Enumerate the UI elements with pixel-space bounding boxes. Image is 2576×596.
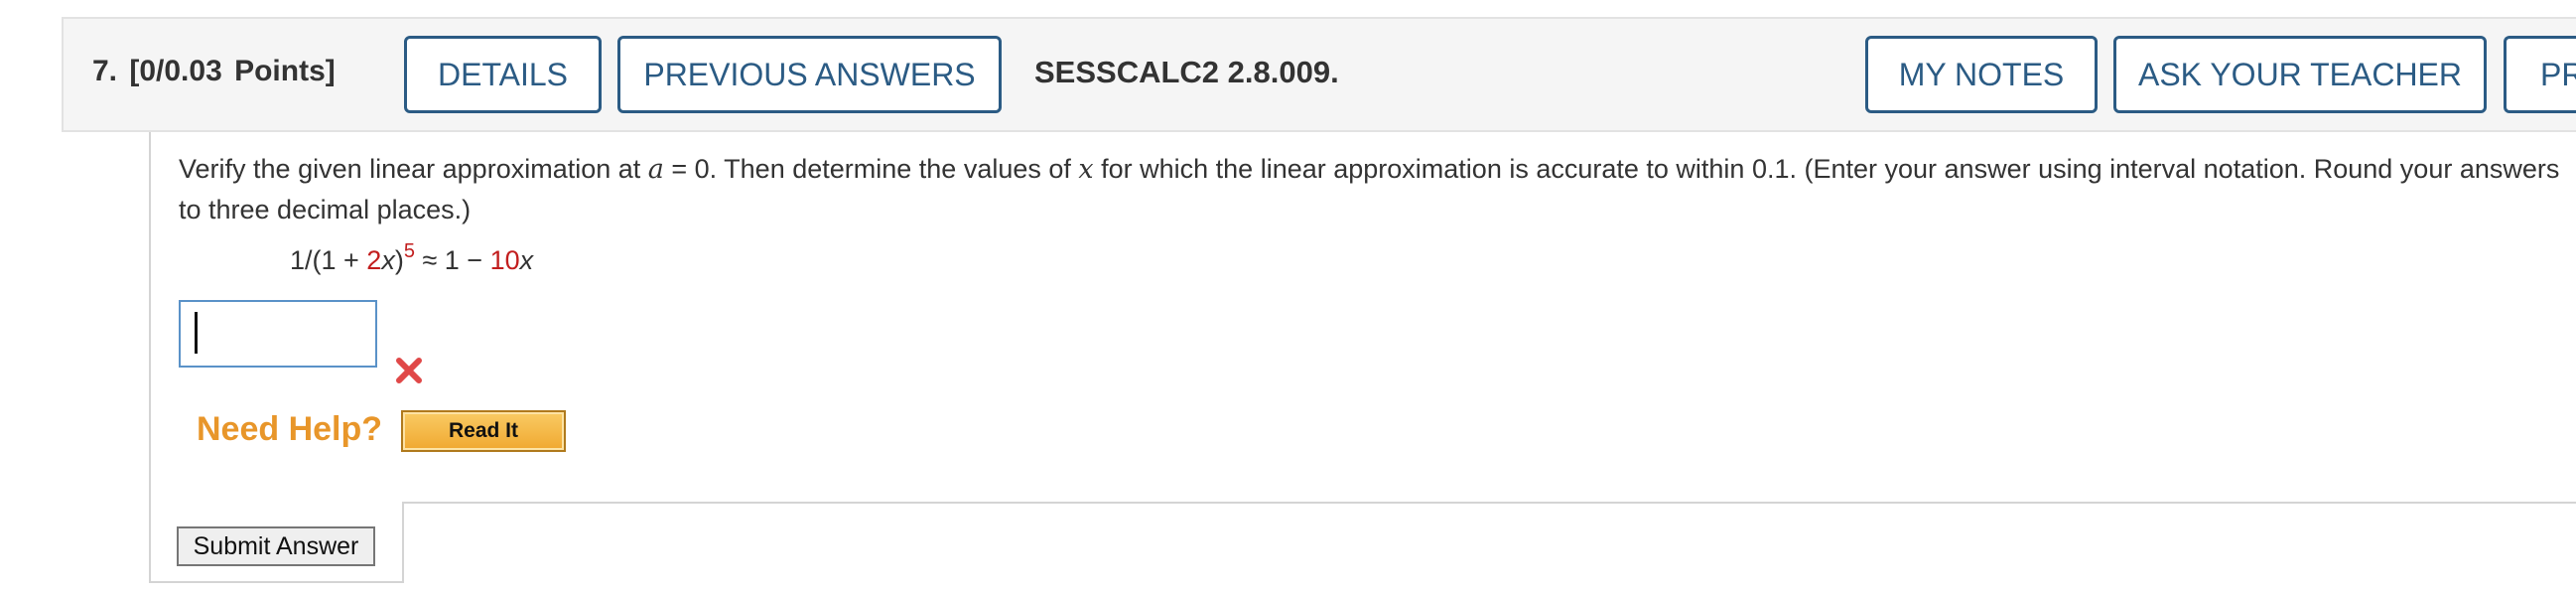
- question-prompt: Verify the given linear approximation at…: [179, 149, 2576, 230]
- formula-close-paren: ): [394, 245, 404, 275]
- ask-your-teacher-button[interactable]: ASK YOUR TEACHER: [2113, 36, 2487, 113]
- previous-answers-button[interactable]: PREVIOUS ANSWERS: [617, 36, 1002, 113]
- prompt-text-part: = 0. Then determine the values of: [663, 154, 1079, 184]
- course-code: SESSCALC2 2.8.009.: [1034, 55, 1339, 89]
- approximation-formula: 1/(1 + 2x)5 ≈ 1 − 10x: [290, 240, 533, 276]
- prompt-text-part: Verify the given linear approximation at: [179, 154, 648, 184]
- submit-answer-button[interactable]: Submit Answer: [177, 526, 375, 566]
- formula-variable: x: [381, 245, 395, 275]
- formula-rhs-variable: x: [519, 245, 534, 275]
- read-it-button[interactable]: Read It: [401, 410, 566, 452]
- formula-prefix: 1/(1 +: [290, 245, 367, 275]
- practice-another-button[interactable]: PRA: [2504, 36, 2576, 113]
- divider: [402, 502, 404, 583]
- divider: [402, 502, 2576, 504]
- text-cursor: [195, 312, 198, 354]
- formula-rhs-coefficient: 10: [489, 245, 520, 275]
- formula-coefficient: 2: [366, 245, 382, 275]
- divider: [149, 581, 404, 583]
- formula-approx: ≈ 1 −: [414, 245, 490, 275]
- need-help-label: Need Help?: [197, 410, 383, 448]
- variable-x: x: [1078, 154, 1094, 185]
- question-number-points: 7. [0/0.03 Points]: [92, 55, 336, 87]
- variable-a: a: [647, 154, 664, 185]
- answer-input[interactable]: [179, 300, 377, 368]
- details-button[interactable]: DETAILS: [404, 36, 602, 113]
- wrong-x-icon: [396, 358, 422, 383]
- formula-exponent: 5: [403, 240, 415, 262]
- my-notes-button[interactable]: MY NOTES: [1865, 36, 2098, 113]
